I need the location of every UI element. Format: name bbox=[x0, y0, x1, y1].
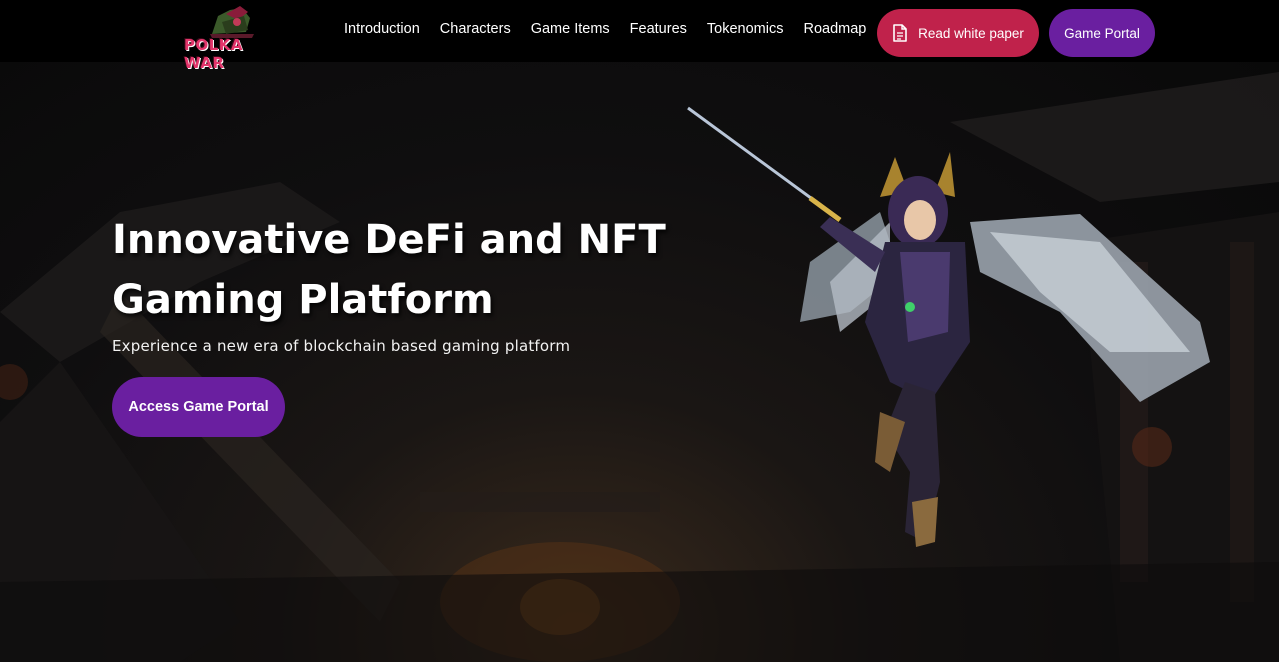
nav-characters[interactable]: Characters bbox=[430, 20, 521, 40]
top-nav-bar: POLKA WAR Introduction Characters Game I… bbox=[0, 0, 1279, 72]
hero-section: Innovative DeFi and NFT Gaming Platform … bbox=[0, 62, 1279, 662]
read-white-paper-button[interactable]: Read white paper bbox=[877, 9, 1039, 57]
winged-warrior-character bbox=[687, 106, 1210, 547]
document-icon bbox=[893, 24, 907, 42]
hero-subtitle: Experience a new era of blockchain based… bbox=[112, 337, 571, 355]
hero-title: Innovative DeFi and NFT Gaming Platform bbox=[112, 217, 666, 323]
polka-war-logo[interactable]: POLKA WAR bbox=[182, 4, 286, 72]
logo-text: POLKA WAR bbox=[184, 36, 244, 72]
access-game-portal-button[interactable]: Access Game Portal bbox=[112, 377, 285, 437]
nav-game-items[interactable]: Game Items bbox=[521, 20, 620, 40]
game-portal-label: Game Portal bbox=[1064, 25, 1140, 41]
nav-features[interactable]: Features bbox=[620, 20, 697, 40]
nav-tokenomics[interactable]: Tokenomics bbox=[697, 20, 794, 40]
nav-introduction[interactable]: Introduction bbox=[334, 20, 430, 40]
nav-roadmap[interactable]: Roadmap bbox=[793, 20, 876, 40]
access-game-portal-label: Access Game Portal bbox=[128, 399, 269, 415]
main-nav: Introduction Characters Game Items Featu… bbox=[334, 20, 876, 40]
game-portal-button[interactable]: Game Portal bbox=[1049, 9, 1155, 57]
read-white-paper-label: Read white paper bbox=[918, 25, 1024, 41]
